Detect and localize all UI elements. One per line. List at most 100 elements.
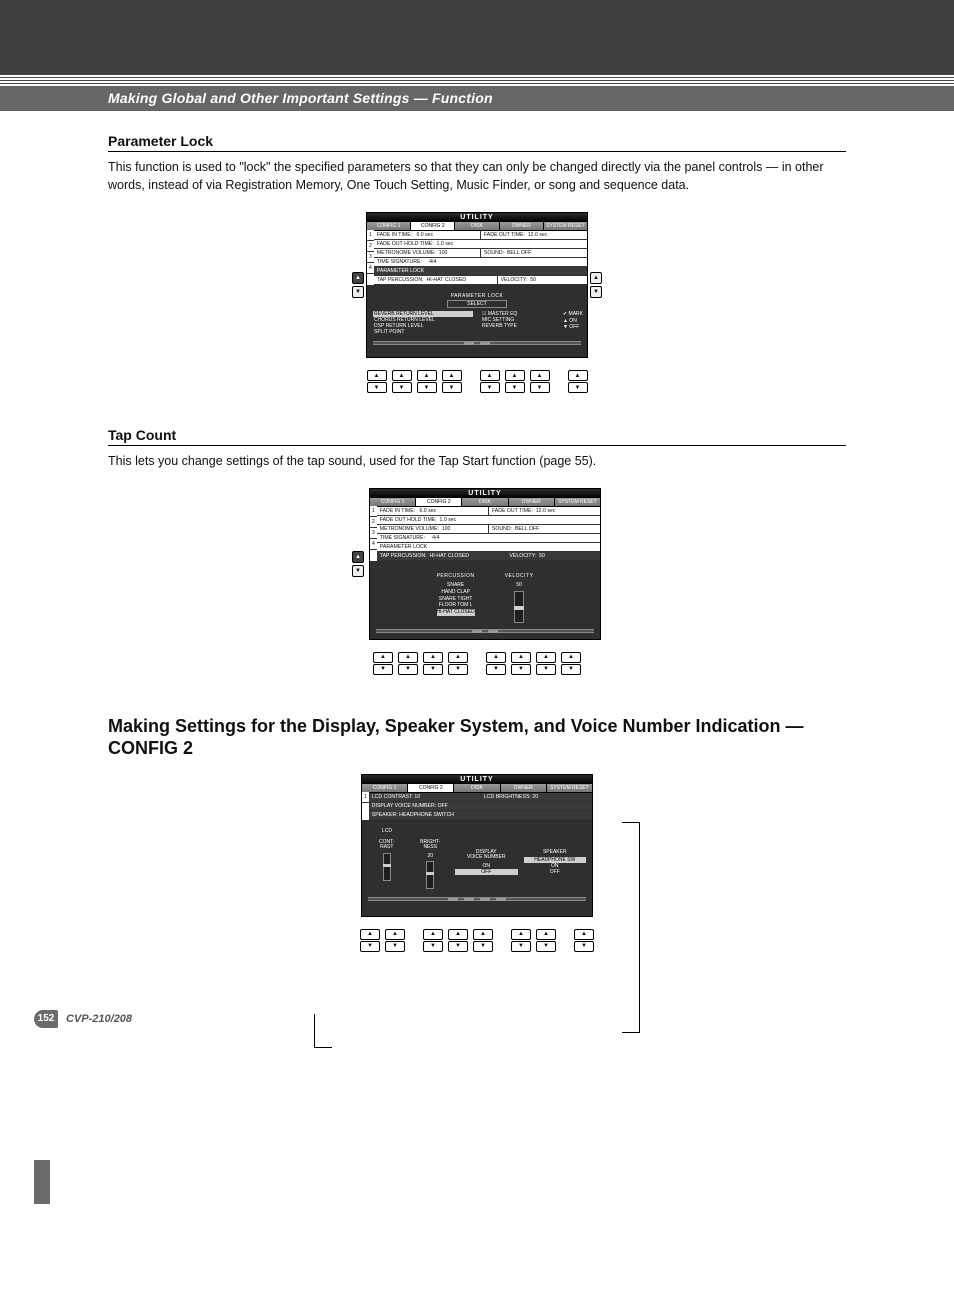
- btn-7-down[interactable]: ▼: [536, 664, 556, 675]
- btn-7-down[interactable]: ▼: [536, 941, 556, 952]
- row-metro-vol: METRONOME VOLUME: 100: [377, 525, 488, 533]
- tab-owner[interactable]: OWNER: [501, 784, 547, 792]
- param-split-point[interactable]: SPLIT POINT: [373, 329, 473, 335]
- tab-bar: CONFIG 1 CONFIG 2 DISK OWNER SYSTEM RESE…: [362, 784, 592, 792]
- brightness-slider[interactable]: [426, 861, 434, 889]
- row-paramlock: PARAMETER LOCK: [374, 267, 587, 275]
- btn-1-up[interactable]: ▲: [373, 652, 393, 663]
- btn-7-up[interactable]: ▲: [536, 929, 556, 940]
- utility-paramlock-figure: ▲ ▼ UTILITY CONFIG 1 CONFIG 2 DISK OWNER…: [350, 212, 604, 399]
- btn-3-up[interactable]: ▲: [423, 652, 443, 663]
- tab-config2[interactable]: CONFIG 2: [411, 222, 455, 230]
- btn-2-up[interactable]: ▲: [385, 929, 405, 940]
- btn-6-up[interactable]: ▲: [511, 652, 531, 663]
- tab-config1[interactable]: CONFIG 1: [370, 498, 416, 506]
- btn-1-down[interactable]: ▼: [373, 664, 393, 675]
- btn-1-up[interactable]: ▲: [367, 370, 387, 381]
- btn-7-up[interactable]: ▲: [530, 370, 550, 381]
- display-voice-number-label: DISPLAY VOICE NUMBER: [455, 850, 518, 861]
- btn-4-up[interactable]: ▲: [448, 929, 468, 940]
- tab-config1[interactable]: CONFIG 1: [362, 784, 408, 792]
- btn-7-down[interactable]: ▼: [530, 382, 550, 393]
- perc-hihat-closed[interactable]: HI-HAT CLOSED: [437, 609, 475, 616]
- tab-owner[interactable]: OWNER: [509, 498, 555, 506]
- speaker-label: SPEAKER: [524, 850, 587, 856]
- section-title-parameter-lock: Parameter Lock: [108, 133, 846, 149]
- list-up-button[interactable]: ▲: [352, 272, 364, 284]
- row-velocity: VELOCITY: 50: [497, 276, 587, 284]
- list-down-button[interactable]: ▼: [352, 286, 364, 298]
- perc-floor-tom[interactable]: FLOOR TOM L: [437, 602, 475, 609]
- btn-8-down[interactable]: ▼: [574, 941, 594, 952]
- velocity-slider[interactable]: [514, 591, 524, 623]
- perc-hand-clap[interactable]: HAND CLAP: [437, 589, 475, 596]
- btn-6-down[interactable]: ▼: [511, 941, 531, 952]
- btn-1-down[interactable]: ▼: [360, 941, 380, 952]
- mark-down-button[interactable]: ▼: [590, 286, 602, 298]
- btn-2-down[interactable]: ▼: [385, 941, 405, 952]
- btn-3-up[interactable]: ▲: [423, 929, 443, 940]
- mark-up-button[interactable]: ▲: [590, 272, 602, 284]
- btn-6-up[interactable]: ▲: [505, 370, 525, 381]
- paramlock-select: SELECT: [447, 300, 507, 308]
- btn-5-down[interactable]: ▼: [486, 664, 506, 675]
- btn-8-up[interactable]: ▲: [574, 929, 594, 940]
- btn-8-up[interactable]: ▲: [561, 652, 581, 663]
- btn-3-down[interactable]: ▼: [423, 664, 443, 675]
- btn-6-down[interactable]: ▼: [505, 382, 525, 393]
- btn-4-up[interactable]: ▲: [442, 370, 462, 381]
- tab-disk[interactable]: DISK: [454, 784, 500, 792]
- section-title-config2: Making Settings for the Display, Speaker…: [108, 715, 846, 760]
- btn-6-down[interactable]: ▼: [511, 664, 531, 675]
- btn-3-down[interactable]: ▼: [417, 382, 437, 393]
- btn-2-up[interactable]: ▲: [392, 370, 412, 381]
- btn-8-up[interactable]: ▲: [568, 370, 588, 381]
- row-velocity: VELOCITY: 50: [505, 552, 600, 560]
- btn-2-up[interactable]: ▲: [398, 652, 418, 663]
- btn-4-up[interactable]: ▲: [448, 652, 468, 663]
- dvn-off[interactable]: OFF: [455, 869, 518, 875]
- perc-snare-tight[interactable]: SNARE TIGHT: [437, 596, 475, 603]
- btn-3-down[interactable]: ▼: [423, 941, 443, 952]
- btn-1-up[interactable]: ▲: [360, 929, 380, 940]
- screen-title: UTILITY: [370, 489, 600, 498]
- row-fade-out: FADE OUT TIME: 12.0 sec: [480, 231, 587, 239]
- btn-5-down[interactable]: ▼: [480, 382, 500, 393]
- tab-system-reset[interactable]: SYSTEM RESET: [555, 498, 600, 506]
- tab-config2[interactable]: CONFIG 2: [416, 498, 462, 506]
- perc-snare[interactable]: SNARE: [437, 582, 475, 589]
- tab-system-reset[interactable]: SYSTEM RESET: [544, 222, 587, 230]
- btn-8-down[interactable]: ▼: [561, 664, 581, 675]
- btn-5-up[interactable]: ▲: [480, 370, 500, 381]
- screen-title: UTILITY: [367, 213, 587, 222]
- row-fade-out: FADE OUT TIME: 12.0 sec: [488, 507, 600, 515]
- btn-4-down[interactable]: ▼: [448, 941, 468, 952]
- btn-5-down[interactable]: ▼: [473, 941, 493, 952]
- tab-system-reset[interactable]: SYSTEM RESET: [547, 784, 592, 792]
- contrast-slider[interactable]: [383, 853, 391, 881]
- lcd-label: LCD: [382, 828, 586, 834]
- btn-6-up[interactable]: ▲: [511, 929, 531, 940]
- tab-disk[interactable]: DISK: [455, 222, 499, 230]
- row-sound: SOUND: BELL OFF: [480, 249, 587, 257]
- btn-7-up[interactable]: ▲: [536, 652, 556, 663]
- btn-3-up[interactable]: ▲: [417, 370, 437, 381]
- btn-2-down[interactable]: ▼: [398, 664, 418, 675]
- btn-5-up[interactable]: ▲: [486, 652, 506, 663]
- tab-config2[interactable]: CONFIG 2: [408, 784, 454, 792]
- btn-8-down[interactable]: ▼: [568, 382, 588, 393]
- tab-owner[interactable]: OWNER: [500, 222, 544, 230]
- speaker-off[interactable]: OFF: [524, 869, 587, 875]
- btn-4-down[interactable]: ▼: [448, 664, 468, 675]
- tab-disk[interactable]: DISK: [462, 498, 508, 506]
- row-fade-hold: FADE OUT HOLD TIME: 1.0 sec: [377, 516, 600, 524]
- brightness-label: BRIGHT- NESS: [412, 840, 450, 851]
- list-down-button[interactable]: ▼: [352, 565, 364, 577]
- utility-config2-figure: UTILITY CONFIG 1 CONFIG 2 DISK OWNER SYS…: [332, 774, 622, 958]
- tab-config1[interactable]: CONFIG 1: [367, 222, 411, 230]
- btn-1-down[interactable]: ▼: [367, 382, 387, 393]
- list-up-button[interactable]: ▲: [352, 551, 364, 563]
- btn-2-down[interactable]: ▼: [392, 382, 412, 393]
- btn-4-down[interactable]: ▼: [442, 382, 462, 393]
- btn-5-up[interactable]: ▲: [473, 929, 493, 940]
